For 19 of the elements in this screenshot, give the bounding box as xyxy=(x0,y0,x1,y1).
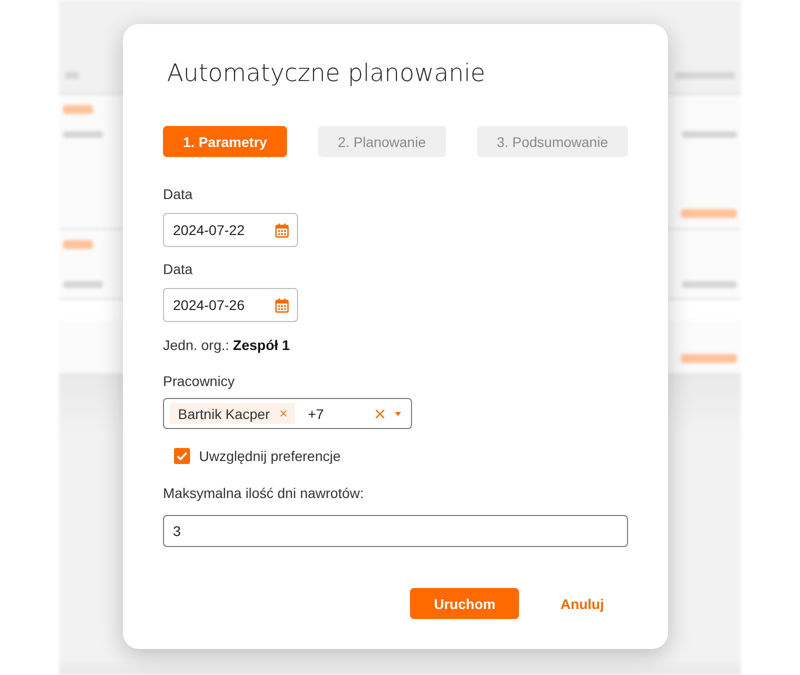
calendar-icon[interactable] xyxy=(275,222,289,238)
employee-chip[interactable]: Bartnik Kacper xyxy=(170,403,295,424)
field-label: Pracownicy xyxy=(163,372,235,391)
close-icon[interactable] xyxy=(280,410,287,417)
checkbox-label: Uwzględnij preferencje xyxy=(199,448,341,464)
calendar-icon[interactable] xyxy=(275,298,289,312)
org-unit-text: Jedn. org.: Zespół 1 xyxy=(163,336,290,355)
employees-select[interactable]: Bartnik Kacper +7 xyxy=(163,398,412,429)
caret-icon[interactable] xyxy=(395,412,401,416)
input-field[interactable]: 3 xyxy=(163,515,628,547)
date-field[interactable]: 2024-07-26 xyxy=(163,288,298,322)
field-label: Data xyxy=(163,185,193,204)
checkbox[interactable] xyxy=(174,448,190,464)
field-label: Data xyxy=(163,260,193,279)
field-label: Maksymalna ilość dni nawrotów: xyxy=(163,484,364,503)
date-field[interactable]: 2024-07-22 xyxy=(163,213,298,247)
more-count: +7 xyxy=(308,406,324,422)
dialog-title: Automatyczne planowanie xyxy=(167,58,486,88)
clear-icon[interactable] xyxy=(375,408,385,418)
